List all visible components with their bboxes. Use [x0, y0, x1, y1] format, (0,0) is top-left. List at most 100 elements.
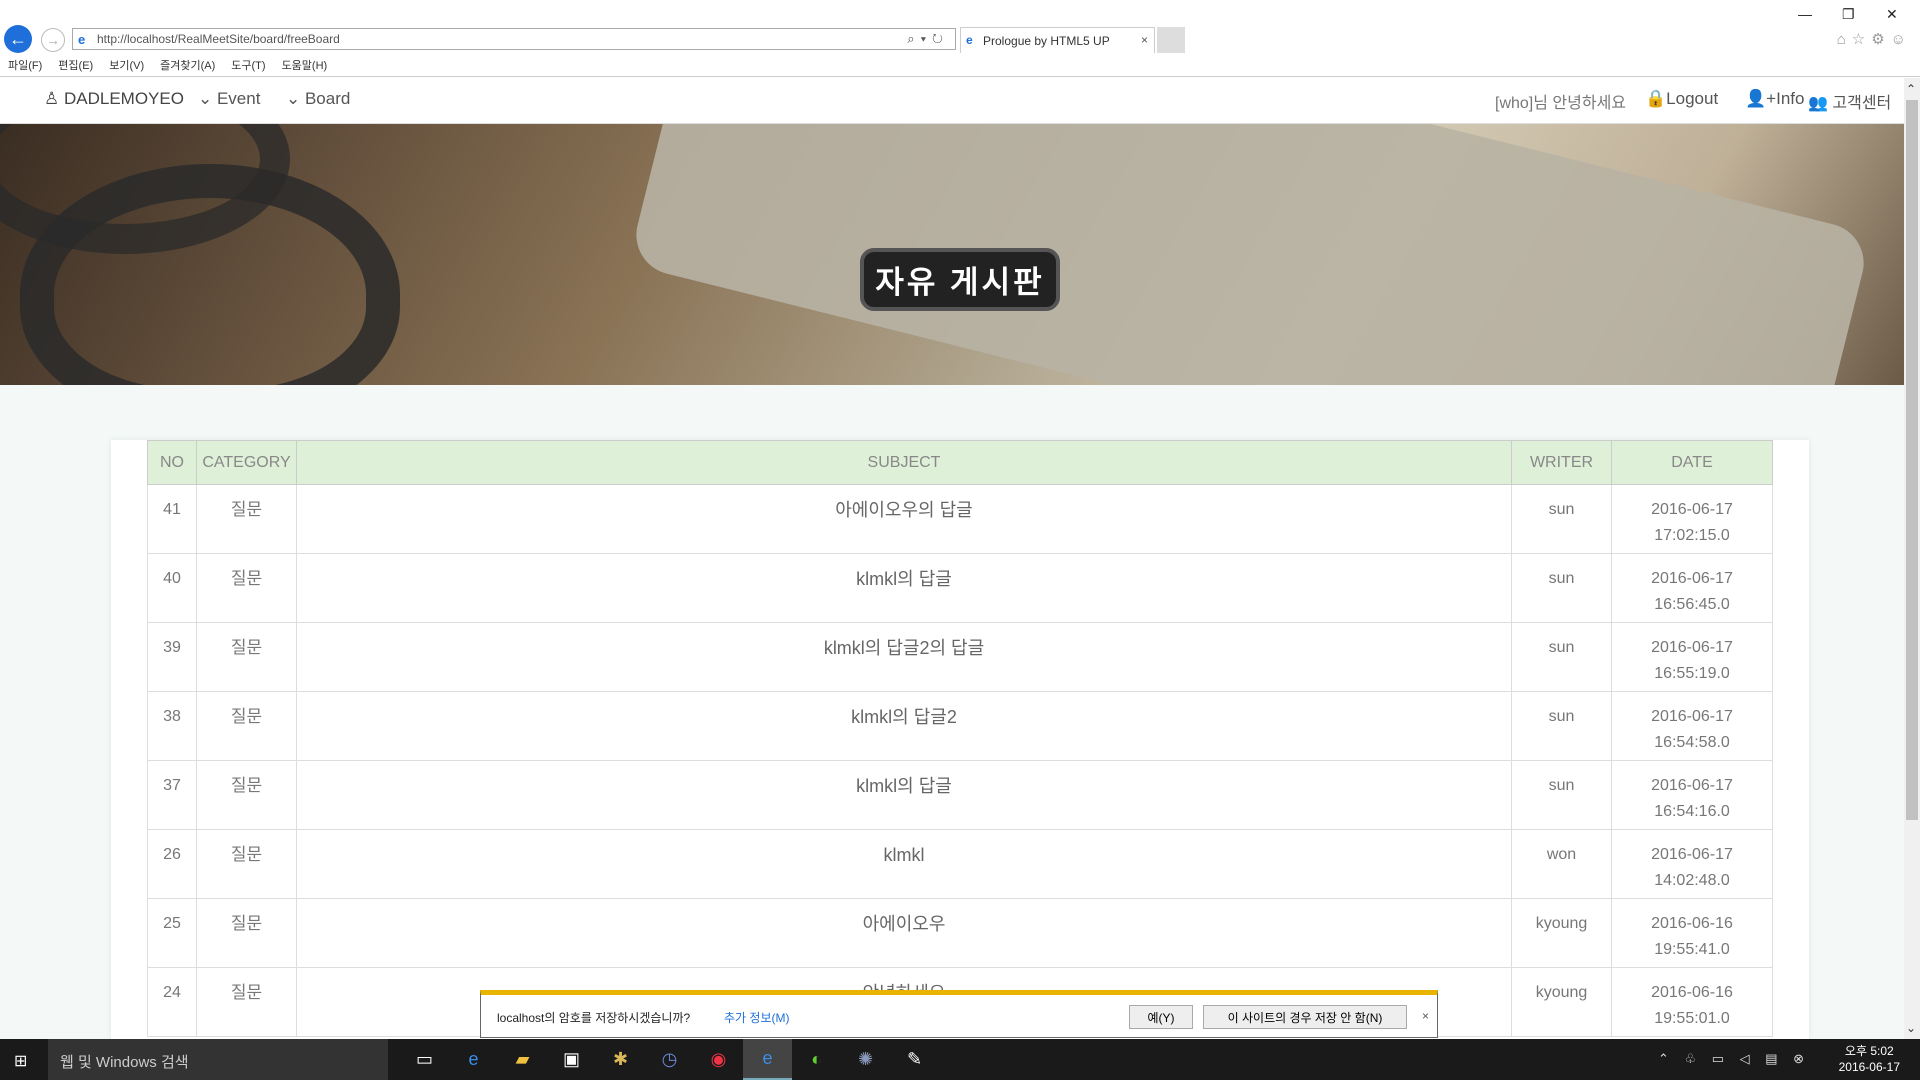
spring-icon[interactable]: ◐ [792, 1039, 841, 1080]
notification-message: localhost의 암호를 저장하시겠습니까? [497, 1011, 691, 1025]
eclipse-icon[interactable]: ✺ [841, 1039, 890, 1080]
cell-writer: sun [1511, 760, 1612, 830]
cell-date: 2016-06-16 19:55:41.0 [1611, 898, 1773, 968]
table-row[interactable]: 37 질문 klmkl의 답글 sun 2016-06-17 16:54:16.0 [147, 760, 1773, 830]
cell-no: 25 [147, 898, 197, 968]
address-bar[interactable]: e http://localhost/RealMeetSite/board/fr… [72, 28, 956, 50]
scroll-down-icon[interactable]: ⌄ [1906, 1021, 1916, 1035]
restore-icon[interactable]: ❐ [1842, 6, 1855, 23]
date-value: 2016-06-17 [1651, 501, 1733, 518]
time-value: 19:55:41.0 [1654, 941, 1730, 958]
cell-subject[interactable]: klmkl의 답글 [296, 553, 1512, 623]
clock[interactable]: 오후 5:02 2016-06-17 [1839, 1043, 1900, 1075]
page-title: 자유 게시판 [860, 248, 1060, 311]
paper-image [627, 124, 1873, 385]
table-row[interactable]: 25 질문 아에이오우 kyoung 2016-06-16 19:55:41.0 [147, 898, 1773, 968]
table-row[interactable]: 38 질문 klmkl의 답글2 sun 2016-06-17 16:54:58.0 [147, 691, 1773, 761]
cell-subject[interactable]: klmkl의 답글2 [296, 691, 1512, 761]
close-tab-icon[interactable]: × [1141, 33, 1148, 47]
clock-app-icon[interactable]: ◷ [645, 1039, 694, 1080]
info-link[interactable]: 👤+Info [1745, 89, 1804, 109]
back-button[interactable]: ← [4, 25, 32, 53]
menu-edit[interactable]: 편집(E) [58, 57, 93, 73]
edge-icon[interactable]: e [449, 1039, 498, 1080]
cell-subject[interactable]: klmkl [296, 829, 1512, 899]
taskbar-search[interactable]: 웹 및 Windows 검색 [48, 1039, 388, 1080]
menu-tools[interactable]: 도구(T) [231, 57, 265, 73]
cell-subject[interactable]: 아에이오우 [296, 898, 1512, 968]
brand-link[interactable]: ♙ DADLEMOYEO [44, 89, 184, 109]
cell-subject[interactable]: klmkl의 답글 [296, 760, 1512, 830]
ie-icon: e [966, 33, 973, 47]
password-save-bar: localhost의 암호를 저장하시겠습니까? 추가 정보(M) 예(Y) 이… [480, 990, 1438, 1038]
logout-link[interactable]: 🔒Logout [1645, 89, 1718, 109]
menu-help[interactable]: 도움말(H) [282, 57, 328, 73]
save-yes-button[interactable]: 예(Y) [1129, 1005, 1193, 1029]
menu-bar: 파일(F) 편집(E) 보기(V) 즐겨찾기(A) 도구(T) 도움말(H) [8, 57, 327, 73]
save-never-button[interactable]: 이 사이트의 경우 저장 안 함(N) [1203, 1005, 1407, 1029]
cell-date: 2016-06-17 16:54:16.0 [1611, 760, 1773, 830]
date-value: 2016-06-16 [1651, 915, 1733, 932]
cell-writer: kyoung [1511, 967, 1612, 1037]
toolbar-icons[interactable]: ⌂☆⚙☺ [1837, 30, 1912, 48]
cell-date: 2016-06-16 19:55:01.0 [1611, 967, 1773, 1037]
cell-no: 37 [147, 760, 197, 830]
cell-no: 24 [147, 967, 197, 1037]
close-icon[interactable]: × [1422, 1009, 1429, 1023]
chrome-icon[interactable]: ◉ [694, 1039, 743, 1080]
time-value: 16:55:19.0 [1654, 665, 1730, 682]
nav-event[interactable]: ⌄ Event [198, 89, 260, 109]
cell-writer: sun [1511, 691, 1612, 761]
board-table: NO CATEGORY SUBJECT WRITER DATE 41 질문 아에이오… [147, 440, 1773, 1037]
ie-taskbar-icon[interactable]: e [743, 1039, 792, 1080]
browser-tab[interactable]: e Prologue by HTML5 UP × [960, 27, 1155, 53]
table-row[interactable]: 40 질문 klmkl의 답글 sun 2016-06-17 16:56:45.0 [147, 553, 1773, 623]
nav-board-label: Board [304, 89, 351, 108]
cell-subject[interactable]: klmkl의 답글2의 답글 [296, 622, 1512, 692]
windows-start-icon[interactable]: ⊞ [14, 1051, 27, 1071]
cell-no: 38 [147, 691, 197, 761]
store-icon[interactable]: ▣ [547, 1039, 596, 1080]
more-info-link[interactable]: 추가 정보(M) [724, 1009, 789, 1026]
menu-file[interactable]: 파일(F) [8, 57, 42, 73]
tab-title: Prologue by HTML5 UP [983, 34, 1110, 48]
cell-writer: sun [1511, 622, 1612, 692]
cell-writer: kyoung [1511, 898, 1612, 968]
page-scrollbar[interactable]: ⌃ ⌄ [1904, 78, 1920, 1039]
paint-icon[interactable]: ✎ [890, 1039, 939, 1080]
cell-no: 39 [147, 622, 197, 692]
time-value: 19:55:01.0 [1654, 1010, 1730, 1027]
new-tab-button[interactable] [1157, 27, 1185, 53]
table-row[interactable]: 39 질문 klmkl의 답글2의 답글 sun 2016-06-17 16:55:19.… [147, 622, 1773, 692]
cell-writer: sun [1511, 553, 1612, 623]
cell-category: 질문 [196, 622, 297, 692]
taskbar-apps: ▭ e ▰ ▣ ✱ ◷ ◉ e ◐ ✺ ✎ [400, 1039, 939, 1080]
col-subject: SUBJECT [296, 440, 1512, 485]
date-value: 2016-06-17 [1651, 639, 1733, 656]
system-tray[interactable]: ⌃ ♧ ▭ ◁ ▤ ⊗ [1658, 1051, 1810, 1067]
time-value: 16:54:16.0 [1654, 803, 1730, 820]
cell-category: 질문 [196, 691, 297, 761]
cell-writer: sun [1511, 484, 1612, 554]
support-link[interactable]: 👥 고객센터 [1808, 89, 1891, 113]
forward-button[interactable]: → [41, 28, 65, 52]
scrollbar-thumb[interactable] [1906, 100, 1918, 820]
app-icon[interactable]: ✱ [596, 1039, 645, 1080]
url-text: http://localhost/RealMeetSite/board/free… [97, 32, 340, 46]
file-explorer-icon[interactable]: ▰ [498, 1039, 547, 1080]
table-row[interactable]: 41 질문 아에이오우의 답글 sun 2016-06-17 17:02:15.0 [147, 484, 1773, 554]
menu-view[interactable]: 보기(V) [109, 57, 144, 73]
close-window-icon[interactable]: ✕ [1886, 6, 1898, 23]
table-row[interactable]: 26 질문 klmkl won 2016-06-17 14:02:48.0 [147, 829, 1773, 899]
cell-subject[interactable]: 아에이오우의 답글 [296, 484, 1512, 554]
task-view-icon[interactable]: ▭ [400, 1039, 449, 1080]
nav-board[interactable]: ⌄ Board [286, 89, 350, 109]
cell-category: 질문 [196, 898, 297, 968]
menu-favorites[interactable]: 즐겨찾기(A) [160, 57, 215, 73]
scroll-up-icon[interactable]: ⌃ [1906, 82, 1916, 96]
minimize-icon[interactable]: — [1798, 6, 1812, 22]
cell-category: 질문 [196, 760, 297, 830]
time-value: 16:54:58.0 [1654, 734, 1730, 751]
search-refresh-icon[interactable]: ⌕▾↻ [907, 31, 949, 47]
date-value: 2016-06-17 [1651, 846, 1733, 863]
